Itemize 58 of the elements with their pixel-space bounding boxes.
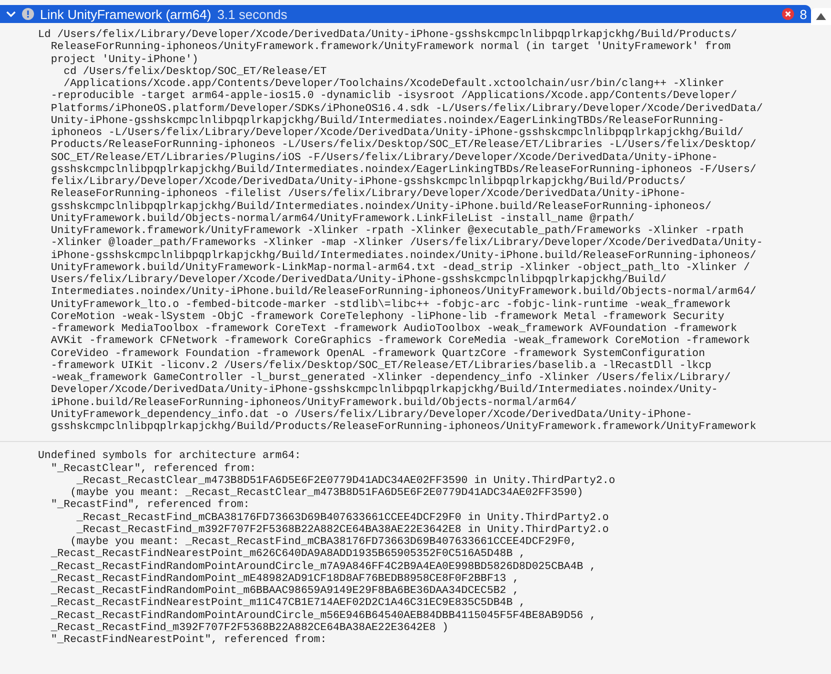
log-line: gsshskcmpclnlibpqplrkapjckhg/Build/Products/ReleaseForRunning-iphoneos/UnityFramework.framework/UnityFramework xyxy=(50,421,758,434)
error-icon xyxy=(782,8,794,20)
scroll-up-button[interactable] xyxy=(811,8,831,25)
log-line: ReleaseForRunning-iphoneos -filelist /Users/felix/Library/Developer/Xcode/DerivedData/Unity-iPhone- xyxy=(50,188,687,200)
log-line: "_RecastFind", referenced from: xyxy=(50,499,251,512)
warning-circle-icon xyxy=(22,8,34,20)
log-line: iphoneos -L/Users/felix/Library/Developer/Xcode/DerivedData/Unity-iPhone-gsshskcmpclnlibpqplrkapjckhg/Build/ xyxy=(50,127,744,139)
chevron-icon[interactable] xyxy=(6,9,16,19)
step-title: Link UnityFramework (arm64) xyxy=(40,6,212,22)
log-line: -Xlinker @loader_path/Frameworks -Xlinker -map -Xlinker /Users/felix/Library/Developer/Xcode/DerivedData/Unity- xyxy=(50,237,764,250)
log-line: Ld /Users/felix/Library/Developer/Xcode/DerivedData/Unity-iPhone-gsshskcmpclnlibpqplrkapjckhg/Build/Products/ xyxy=(38,29,738,41)
log-line: gsshskcmpclnlibpqplrkapjckhg/Build/Intermediates.noindex/EagerLinkingTBDs/ReleaseForRunning-iphoneos -F/Users/ xyxy=(50,164,758,176)
log-line: UnityFramework_lto.o -fembed-bitcode-marker -stdlib\=libc++ -fobjc-arc -fobjc-link-runtime -weak_framework xyxy=(50,298,732,311)
log-line: _Recast_RecastFindRandomPoint_mE48982AD91CF18D8AF76BEDB8958CE8F0F2BBF13 , xyxy=(50,572,520,585)
log-line: Unity-iPhone-gsshskcmpclnlibpqplrkapjckhg/Build/Intermediates.noindex/EagerLinkingTBDs/ReleaseForRunning- xyxy=(50,114,726,127)
log-line: felix/Library/Developer/Xcode/DerivedData/Unity-iPhone-gsshskcmpclnlibpqplrkapjckhg/Build/Products/ xyxy=(50,176,687,188)
log-line: UnityFramework.build/UnityFramework-LinkMap-normal-arm64.txt -dead_strip -Xlinker -object_path_lto -Xlinker / xyxy=(50,262,751,274)
log-line: _Recast_RecastFindRandomPoint_m6BBAAC98659A9149E29F8BA6BE36DAA34DCEC5B2 , xyxy=(50,585,520,597)
step-duration: 3.1 seconds xyxy=(217,6,288,22)
log-line: UnityFramework.framework/UnityFramework -Xlinker -rpath -Xlinker @executable_path/Frameworks -Xlinker -rpath xyxy=(50,225,744,237)
log-line: Developer/Xcode/DerivedData/Unity-iPhone-gsshskcmpclnlibpqplrkapjckhg/Build/Intermediates.noindex/Unity- xyxy=(50,384,719,396)
log-line: iPhone.build/ReleaseForRunning-iphoneos/UnityFramework.build/Objects-normal/arm64/ xyxy=(50,396,578,409)
log-line: _Recast_RecastFindRandomPointAroundCircle_m7A9A846FF4C2B9A4EA0E998BD5826D8D025CBA4B , xyxy=(50,560,597,573)
log-line: -framework MediaToolbox -framework CoreText -framework AudioToolbox -weak_framework AVFoundation -framework xyxy=(50,323,738,335)
log-line: Undefined symbols for architecture arm64: xyxy=(38,450,302,462)
log-line: -weak_framework GameController -l_burst_generated -Xlinker -dependency_info -Xlinker /Users/felix/Library/ xyxy=(50,372,732,384)
log-line: _Recast_RecastFind_m392F707F2F5368B22A882CE64BA38AE22E3642E8 ) xyxy=(50,622,450,634)
log-line: UnityFramework.build/Objects-normal/arm64/UnityFramework.LinkFileList -install_name @rpath/ xyxy=(50,212,636,225)
build-step-header[interactable]: Link UnityFramework (arm64) 3.1 seconds 8 xyxy=(0,5,811,23)
log-line: _Recast_RecastFindNearestPoint_m626C640DA9A8ADD1935B65905352F0C516A5D48B , xyxy=(50,548,526,560)
log-line: project 'Unity-iPhone') xyxy=(50,54,200,66)
log-line: Products/ReleaseForRunning-iphoneos -L/Users/felix/Desktop/SOC_ET/Release/ET/Libraries -L/Users/felix/Desktop/ xyxy=(50,139,758,152)
error-count: 8 xyxy=(800,6,807,22)
log-line: cd /Users/felix/Desktop/SOC_ET/Release/ET xyxy=(62,66,328,78)
log-line: (maybe you meant: _Recast_RecastFind_mCBA38176FD73663D69B407633661CCEE4DCF29F0, xyxy=(69,536,578,548)
log-line: -framework UIKit -liconv.2 /Users/felix/Desktop/SOC_ET/Release/ET/Libraries/baselib.a -lRecastDll -lkcp xyxy=(50,360,712,372)
log-line: "_RecastClear", referenced from: xyxy=(50,462,258,475)
log-line: CoreVideo -framework Foundation -framework OpenAL -framework QuartzCore -framework SystemConfiguration xyxy=(50,348,706,360)
log-line: Platforms/iPhoneOS.platform/Developer/SDKs/iPhoneOS16.4.sdk -L/Users/felix/Library/Developer/Xcode/DerivedData/ xyxy=(50,102,764,115)
log-line: /Applications/Xcode.app/Contents/Developer/Toolchains/XcodeDefault.xctoolchain/usr/bin/clang++ -Xlinker xyxy=(62,78,726,90)
log-line: "_RecastFindNearestPoint", referenced from: xyxy=(50,634,328,646)
log-line: _Recast_RecastFind_mCBA38176FD73663D69B407633661CCEE4DCF29F0 in Unity.ThirdParty2.o xyxy=(75,512,610,524)
log-line: SOC_ET/Release/ET/Libraries/Plugins/iOS -F/Users/felix/Library/Developer/Xcode/DerivedData/Unity-iPhone- xyxy=(50,152,719,164)
log-line: -reproducible -target arm64-apple-ios15.0 -dynamiclib -isysroot /Applications/Xcode.app/Contents/Developer/ xyxy=(50,90,738,102)
log-line: _Recast_RecastFind_m392F707F2F5368B22A882CE64BA38AE22E3642E8 in Unity.ThirdParty2.o xyxy=(75,524,610,536)
log-line: (maybe you meant: _Recast_RecastClear_m473B8D51FA6D5E6F2E0779D41ADC34AE02FF3590) xyxy=(69,487,584,499)
log-line: _Recast_RecastFindNearestPoint_m11C47CB1E714AEF02D2C1A46C31EC9E835C5DB4B , xyxy=(50,597,526,610)
log-line: _Recast_RecastClear_m473B8D51FA6D5E6F2E0779D41ADC34AE02FF3590 in Unity.ThirdParty2.o xyxy=(75,474,616,487)
log-line: iPhone-gsshskcmpclnlibpqplrkapjckhg/Build/Intermediates.noindex/Unity-iPhone.build/ReleaseForRunning-iphoneos/ xyxy=(50,250,758,262)
log-line: ReleaseForRunning-iphoneos/UnityFramework.framework/UnityFramework normal (in target 'UnityFramework' from xyxy=(50,41,732,54)
log-line: Intermediates.noindex/Unity-iPhone.build/ReleaseForRunning-iphoneos/UnityFramework.build/Objects-normal/arm64/ xyxy=(50,286,758,298)
up-triangle-icon xyxy=(816,13,826,20)
log-line: _Recast_RecastFindRandomPointAroundCircle_m56E946B64540AEB84DBB4115045F5F4BE8AB9D56 , xyxy=(50,610,597,622)
log-line: UnityFramework_dependency_info.dat -o /Users/felix/Library/Developer/Xcode/DerivedData/Unity-iPhone- xyxy=(50,408,694,421)
log-line: CoreMotion -weak-lSystem -ObjC -framework CoreTelephony -liPhone-lib -framework Metal -framework Security xyxy=(50,310,726,323)
log-line: AVKit -framework CFNetwork -framework CoreGraphics -framework CoreMedia -weak_framework CoreMotion -framework xyxy=(50,335,751,348)
log-line: gsshskcmpclnlibpqplrkapjckhg/Build/Intermediates.noindex/Unity-iPhone.build/ReleaseForRunning-iphoneos/ xyxy=(50,200,712,213)
log-line: Users/felix/Library/Developer/Xcode/DerivedData/Unity-iPhone-gsshskcmpclnlibpqplrkapjckhg/Build/ xyxy=(50,274,668,286)
